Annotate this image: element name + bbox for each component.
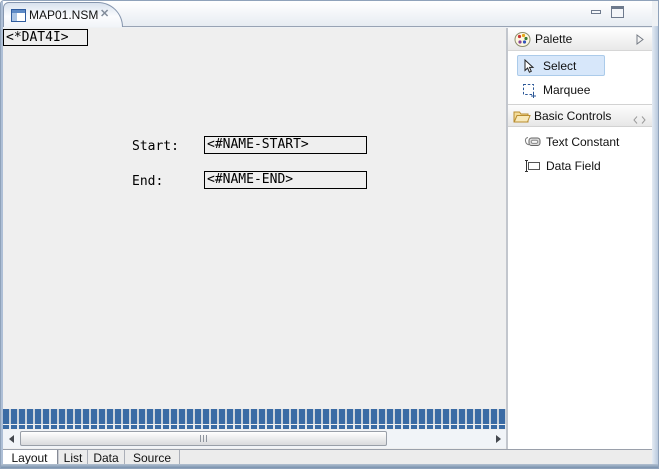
filler-row-ticks [3, 425, 506, 429]
cursor-arrow-icon [522, 58, 535, 77]
system-variable-field[interactable]: <*DAT4I> [3, 29, 88, 46]
map-editor-icon [11, 9, 26, 25]
tool-marquee-label: Marquee [543, 83, 591, 97]
filler-row[interactable] [3, 409, 506, 429]
grip-icon [203, 435, 204, 442]
editor-tab-bar: MAP01.NSM ✕ [2, 1, 652, 27]
tool-select[interactable]: Select [517, 55, 605, 76]
scrollbar-thumb[interactable] [20, 431, 387, 446]
scroll-left-button[interactable] [3, 430, 19, 448]
minimize-icon[interactable] [591, 10, 601, 14]
horizontal-scrollbar[interactable] [3, 430, 506, 448]
palette-icon [514, 31, 531, 51]
editor-window: MAP01.NSM ✕ <*DAT4I> Start: <#NAME-START… [0, 0, 659, 469]
tool-select-label: Select [543, 59, 577, 73]
text-constant-end[interactable]: End: [132, 174, 163, 189]
left-arrow-icon [8, 435, 14, 443]
marquee-rect-icon [522, 83, 536, 101]
right-arrow-icon [495, 435, 501, 443]
grip-icon [206, 435, 207, 442]
expand-arrow-icon[interactable] [636, 34, 644, 48]
palette-section-basic-controls[interactable]: Basic Controls [508, 104, 654, 127]
window-left-border [1, 1, 3, 464]
section-title: Basic Controls [534, 109, 612, 123]
palette-item-label: Text Constant [546, 135, 620, 149]
filler-row-blocks [3, 409, 506, 424]
data-field-name-end[interactable]: <#NAME-END> [204, 171, 367, 189]
palette-title: Palette [535, 32, 573, 46]
tool-marquee[interactable]: Marquee [517, 79, 605, 100]
text-field-icon [524, 159, 542, 176]
palette-item-label: Data Field [546, 159, 601, 173]
window-bottom-border [1, 464, 658, 468]
pin-chevrons-icon[interactable] [633, 113, 646, 127]
window-right-border [652, 26, 658, 464]
grip-icon [200, 435, 201, 442]
close-icon[interactable]: ✕ [100, 7, 109, 20]
maximize-icon[interactable] [611, 6, 624, 18]
data-field-name-start[interactable]: <#NAME-START> [204, 136, 367, 154]
editor-tab-map01[interactable]: MAP01.NSM ✕ [3, 2, 123, 27]
palette-header[interactable]: Palette [508, 28, 654, 51]
open-folder-icon [513, 109, 531, 126]
scroll-right-button[interactable] [490, 430, 506, 448]
label-icon [524, 135, 542, 151]
editor-tab-title: MAP01.NSM [29, 8, 99, 22]
map-layout-canvas[interactable]: <*DAT4I> Start: <#NAME-START> End: <#NAM… [3, 28, 506, 449]
text-constant-start[interactable]: Start: [132, 139, 179, 154]
palette-panel: Palette Select Marquee Basic Controls Te… [508, 28, 654, 449]
